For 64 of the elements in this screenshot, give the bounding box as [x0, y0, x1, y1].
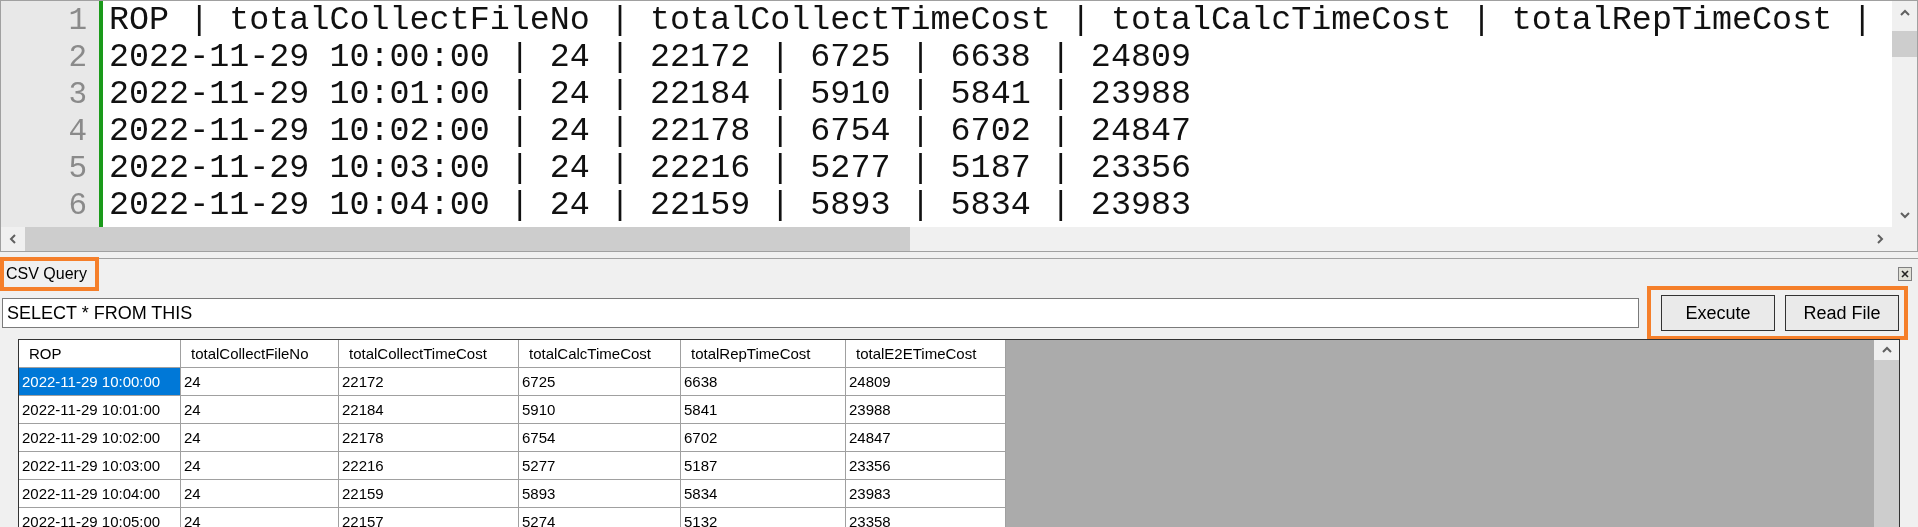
- code-line: 2022-11-29 10:01:00 | 24 | 22184 | 5910 | 5841 | 23988: [109, 76, 1193, 113]
- panel-title: CSV Query: [0, 257, 99, 291]
- vertical-scrollbar[interactable]: [1892, 1, 1917, 227]
- column-header[interactable]: totalCollectFileNo: [181, 340, 339, 368]
- table-cell[interactable]: 5132: [681, 508, 846, 527]
- column-header[interactable]: totalE2ETimeCost: [846, 340, 1006, 368]
- table-cell[interactable]: 22216: [339, 452, 519, 480]
- table-cell[interactable]: 22178: [339, 424, 519, 452]
- table-cell[interactable]: 23983: [846, 480, 1006, 508]
- table-cell[interactable]: 23988: [846, 396, 1006, 424]
- line-number: 4: [67, 113, 88, 150]
- table-cell[interactable]: 24: [181, 424, 339, 452]
- scrollbar-thumb[interactable]: [1892, 31, 1917, 57]
- table-cell[interactable]: 22159: [339, 480, 519, 508]
- column-header[interactable]: ROP: [19, 340, 181, 368]
- table-cell[interactable]: 24: [181, 396, 339, 424]
- scrollbar-thumb[interactable]: [25, 227, 910, 251]
- table-cell[interactable]: 22157: [339, 508, 519, 527]
- line-number: 6: [67, 187, 88, 224]
- table-cell[interactable]: 2022-11-29 10:03:00: [19, 452, 181, 480]
- table-cell[interactable]: 5187: [681, 452, 846, 480]
- table-cell[interactable]: 22172: [339, 368, 519, 396]
- table-cell[interactable]: 6725: [519, 368, 681, 396]
- table-cell[interactable]: 24847: [846, 424, 1006, 452]
- table-cell[interactable]: 24: [181, 480, 339, 508]
- code-line: 2022-11-29 10:00:00 | 24 | 22172 | 6725 | 6638 | 24809: [109, 39, 1193, 76]
- table-cell[interactable]: 5277: [519, 452, 681, 480]
- table-cell[interactable]: 24: [181, 452, 339, 480]
- column-header[interactable]: totalCollectTimeCost: [339, 340, 519, 368]
- read-file-button[interactable]: Read File: [1785, 295, 1899, 331]
- table-cell[interactable]: 6754: [519, 424, 681, 452]
- table-cell[interactable]: 22184: [339, 396, 519, 424]
- code-line: ROP | totalCollectFileNo | totalCollectTimeCost | totalCalcTimeCost | totalRepTimeCost |: [109, 2, 1873, 39]
- table-cell[interactable]: 5274: [519, 508, 681, 527]
- table-cell[interactable]: 24809: [846, 368, 1006, 396]
- table-cell[interactable]: 23358: [846, 508, 1006, 527]
- horizontal-scrollbar[interactable]: [1, 227, 1892, 251]
- line-number: 1: [67, 2, 88, 39]
- table-cell[interactable]: 5834: [681, 480, 846, 508]
- close-icon[interactable]: [1898, 267, 1912, 281]
- column-header[interactable]: totalRepTimeCost: [681, 340, 846, 368]
- code-line: 2022-11-29 10:03:00 | 24 | 22216 | 5277 | 5187 | 23356: [109, 150, 1193, 187]
- table-cell[interactable]: 2022-11-29 10:01:00: [19, 396, 181, 424]
- table-cell[interactable]: 23356: [846, 452, 1006, 480]
- line-number: 3: [67, 76, 88, 113]
- table-cell[interactable]: 6638: [681, 368, 846, 396]
- code-line: 2022-11-29 10:02:00 | 24 | 22178 | 6754 | 6702 | 24847: [109, 113, 1193, 150]
- table-cell[interactable]: 6702: [681, 424, 846, 452]
- table-cell[interactable]: 2022-11-29 10:00:00: [19, 368, 181, 396]
- table-cell[interactable]: 5841: [681, 396, 846, 424]
- line-number: 5: [67, 150, 88, 187]
- table-cell[interactable]: 24: [181, 508, 339, 527]
- query-field[interactable]: SELECT * FROM THIS: [2, 298, 1639, 328]
- text-editor[interactable]: [0, 0, 1918, 252]
- table-cell[interactable]: 24: [181, 368, 339, 396]
- table-cell[interactable]: 2022-11-29 10:02:00: [19, 424, 181, 452]
- line-number: 2: [67, 39, 88, 76]
- column-header[interactable]: totalCalcTimeCost: [519, 340, 681, 368]
- code-line: 2022-11-29 10:04:00 | 24 | 22159 | 5893 | 5834 | 23983: [109, 187, 1193, 224]
- table-cell[interactable]: 2022-11-29 10:04:00: [19, 480, 181, 508]
- table-cell[interactable]: 5910: [519, 396, 681, 424]
- execute-button[interactable]: Execute: [1661, 295, 1775, 331]
- table-cell[interactable]: 5893: [519, 480, 681, 508]
- table-cell[interactable]: 2022-11-29 10:05:00: [19, 508, 181, 527]
